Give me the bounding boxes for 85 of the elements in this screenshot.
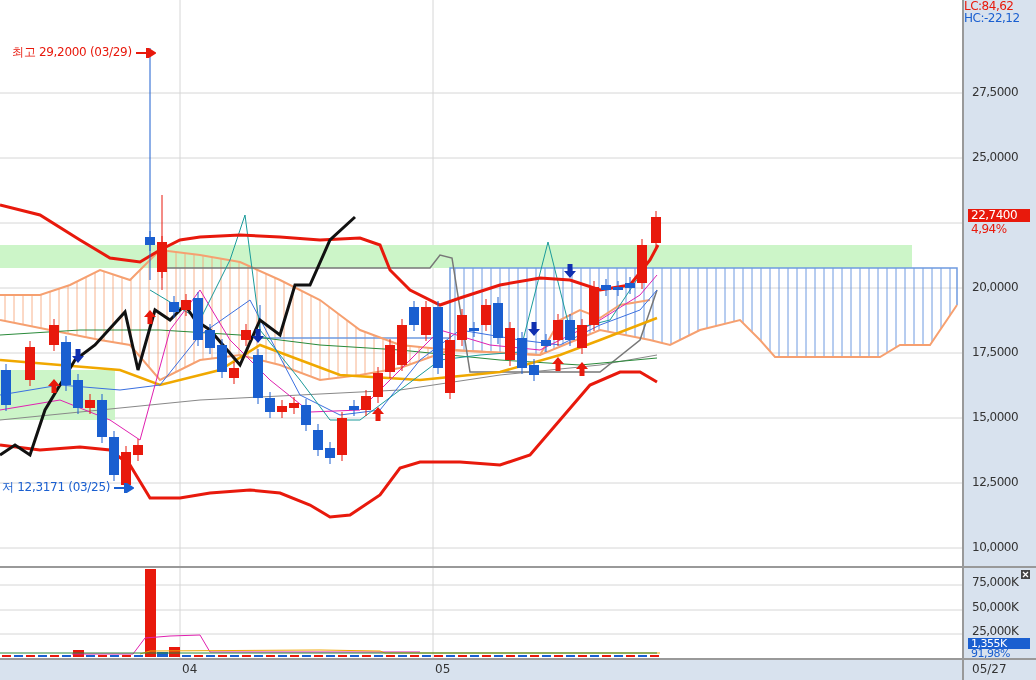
candlestick: [109, 430, 119, 482]
axis-label: 25,0000: [972, 150, 1019, 164]
candlestick: [589, 280, 599, 332]
up-arrow-icon: [576, 362, 588, 376]
candlestick: [529, 358, 539, 382]
candlestick: [205, 323, 215, 355]
candlestick: [565, 313, 575, 347]
axis-label: 10,0000: [972, 540, 1019, 554]
candlestick: [337, 411, 347, 462]
down-arrow-icon: [72, 349, 84, 363]
candlestick: [301, 398, 311, 432]
indicator-value: HC:-22,12: [964, 12, 1020, 24]
volume-bar: [73, 650, 84, 657]
indicator-value: LC:84,62: [964, 0, 1015, 12]
candlestick: [157, 235, 167, 279]
axis-label: 15,0000: [972, 410, 1019, 424]
candlestick: [637, 238, 647, 290]
candlestick: [61, 335, 71, 392]
axis-label: 27,5000: [972, 85, 1019, 99]
candlestick: [217, 338, 227, 379]
candlestick: [385, 338, 395, 379]
candlestick: [289, 396, 299, 415]
candlestick: [409, 300, 419, 332]
candlestick: [253, 348, 263, 405]
candlestick: [25, 340, 35, 387]
annotation-label: 저 12,3171 (03/25): [2, 479, 111, 496]
candlestick: [145, 230, 155, 252]
candlestick: [1, 363, 11, 412]
candlestick: [397, 318, 407, 372]
candlestick: [541, 333, 551, 353]
candlestick: [193, 291, 203, 347]
candlestick: [73, 373, 83, 415]
candlestick: [651, 210, 661, 250]
arrow-icon: [114, 482, 135, 493]
candlestick: [553, 313, 563, 347]
date-label: 05: [435, 662, 451, 676]
up-arrow-icon: [144, 310, 156, 324]
candlestick: [85, 393, 95, 415]
arrow-icon: [135, 47, 156, 58]
volume-ratio: 91,98%: [971, 649, 1010, 658]
candlestick: [325, 441, 335, 465]
axis-label: 17,5000: [972, 345, 1019, 359]
volume-badge: 1,355K: [968, 638, 1030, 649]
candlestick: [229, 361, 239, 385]
axis-label: 25,000K: [972, 624, 1019, 638]
candlestick: [349, 399, 359, 417]
down-arrow-icon: [528, 322, 540, 336]
candlestick: [241, 323, 251, 347]
candlestick: [493, 296, 503, 345]
up-arrow-icon: [48, 379, 60, 393]
candlestick: [181, 293, 191, 317]
up-arrow-icon: [372, 407, 384, 421]
candlestick: [457, 308, 467, 347]
change-percent: 4,94%: [971, 223, 1007, 235]
candlestick: [421, 300, 431, 342]
up-arrow-icon: [552, 357, 564, 371]
candlestick: [97, 393, 107, 444]
candlestick: [601, 278, 611, 297]
axis-label: 50,000K: [972, 600, 1019, 614]
candlestick: [613, 280, 623, 297]
close-icon[interactable]: [1021, 570, 1030, 579]
candlestick: [169, 295, 179, 319]
candlestick: [481, 298, 491, 332]
candlestick: [361, 389, 371, 417]
candlestick: [313, 423, 323, 457]
candlestick: [505, 321, 515, 367]
candlestick: [517, 331, 527, 375]
axis-label: 20,0000: [972, 280, 1019, 294]
price-badge: 22,7400: [968, 209, 1030, 222]
candlestick: [133, 438, 143, 462]
candlestick: [445, 333, 455, 400]
annotation-label: 최고 29,2000 (03/29): [12, 44, 132, 61]
candlestick: [373, 366, 383, 404]
candlestick: [577, 318, 587, 355]
down-arrow-icon: [564, 264, 576, 278]
date-label: 05/27: [972, 662, 1007, 676]
candlestick: [49, 318, 59, 352]
axis-label: 12,5000: [972, 475, 1019, 489]
candlestick: [625, 276, 635, 295]
axis-label: 75,000K: [972, 575, 1019, 589]
candlestick: [469, 321, 479, 338]
candlestick: [265, 391, 275, 419]
down-arrow-icon: [252, 329, 264, 343]
date-label: 04: [182, 662, 198, 676]
candlestick: [277, 399, 287, 419]
